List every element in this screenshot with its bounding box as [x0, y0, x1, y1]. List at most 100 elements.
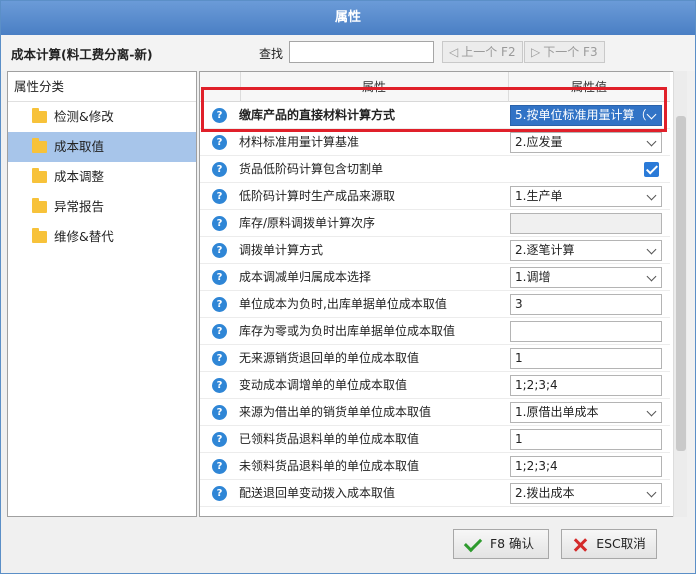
- prev-button[interactable]: ◁ 上一个 F2: [442, 41, 523, 63]
- find-input[interactable]: [289, 41, 434, 63]
- property-row[interactable]: ? 无来源销货退回单的单位成本取值 1: [200, 345, 670, 372]
- tree-item[interactable]: 维修&替代: [8, 222, 196, 252]
- cancel-button[interactable]: ESC取消: [561, 529, 657, 559]
- help-icon[interactable]: ?: [212, 162, 227, 177]
- property-value-dropdown[interactable]: 1.原借出单成本: [510, 402, 662, 423]
- property-label: 单位成本为负时,出库单据单位成本取值: [239, 297, 447, 311]
- confirm-button-label: F8 确认: [489, 536, 535, 551]
- scrollbar-thumb[interactable]: [676, 116, 686, 451]
- tree-item[interactable]: 检测&修改: [8, 102, 196, 132]
- property-value-field[interactable]: 1: [510, 348, 662, 369]
- property-row[interactable]: ? 低阶码计算时生产成品来源取 1.生产单: [200, 183, 670, 210]
- property-label: 成本调减单归属成本选择: [239, 270, 372, 284]
- tree-item[interactable]: 成本调整: [8, 162, 196, 192]
- property-row[interactable]: ? 配送退回单变动拨入成本取值 2.拨出成本: [200, 480, 670, 507]
- property-value-dropdown[interactable]: 2.应发量: [510, 132, 662, 153]
- property-label: 配送退回单变动拨入成本取值: [239, 486, 396, 500]
- property-value-field[interactable]: 1;2;3;4: [510, 456, 662, 477]
- column-header-property[interactable]: 属性: [240, 72, 508, 102]
- folder-icon: [32, 138, 47, 153]
- property-row[interactable]: ? 材料标准用量计算基准 2.应发量: [200, 129, 670, 156]
- property-row[interactable]: ? 未领料货品退料单的单位成本取值 1;2;3;4: [200, 453, 670, 480]
- property-value-dropdown[interactable]: 2.拨出成本: [510, 483, 662, 504]
- property-label: 已领料货品退料单的单位成本取值: [239, 432, 420, 446]
- property-label: 库存/原料调拨单计算次序: [239, 216, 376, 230]
- property-row[interactable]: ? 单位成本为负时,出库单据单位成本取值 3: [200, 291, 670, 318]
- help-icon[interactable]: ?: [212, 270, 227, 285]
- help-icon[interactable]: ?: [212, 351, 227, 366]
- help-icon[interactable]: ?: [212, 135, 227, 150]
- help-icon[interactable]: ?: [212, 108, 227, 123]
- tree-item[interactable]: 成本取值: [8, 132, 196, 162]
- property-value-dropdown[interactable]: 2.逐笔计算: [510, 240, 662, 261]
- next-button-label: 下一个 F3: [543, 45, 598, 59]
- property-value-dropdown[interactable]: 1.调增: [510, 267, 662, 288]
- help-icon[interactable]: ?: [212, 216, 227, 231]
- close-icon: [572, 537, 588, 553]
- property-label: 缴库产品的直接材料计算方式: [239, 108, 396, 122]
- property-row[interactable]: ? 已领料货品退料单的单位成本取值 1: [200, 426, 670, 453]
- tree-item-label: 成本调整: [54, 169, 105, 184]
- property-label: 货品低阶码计算包含切割单: [239, 162, 384, 176]
- cancel-button-label: ESC取消: [596, 536, 646, 551]
- help-icon[interactable]: ?: [212, 459, 227, 474]
- folder-icon: [32, 198, 47, 213]
- help-icon[interactable]: ?: [212, 486, 227, 501]
- help-icon[interactable]: ?: [212, 297, 227, 312]
- prev-button-label: 上一个 F2: [461, 45, 516, 59]
- property-label: 未领料货品退料单的单位成本取值: [239, 459, 420, 473]
- property-checkbox[interactable]: [644, 162, 659, 177]
- vertical-scrollbar[interactable]: [673, 71, 687, 517]
- help-icon[interactable]: ?: [212, 243, 227, 258]
- category-title: 成本计算(料工费分离-新): [11, 47, 153, 62]
- next-button[interactable]: ▷ 下一个 F3: [524, 41, 605, 63]
- tree-item-label: 维修&替代: [54, 229, 114, 244]
- property-label: 库存为零或为负时出库单据单位成本取值: [239, 324, 456, 338]
- property-row[interactable]: ? 货品低阶码计算包含切割单: [200, 156, 670, 183]
- property-label: 调拨单计算方式: [239, 243, 324, 257]
- help-icon[interactable]: ?: [212, 432, 227, 447]
- tree-item-label: 异常报告: [54, 199, 105, 214]
- grid-rows: ? 缴库产品的直接材料计算方式 5.按单位标准用量计算（? 材料标准用量计算基准 2.应…: [200, 102, 670, 507]
- property-row[interactable]: ? 成本调减单归属成本选择 1.调增: [200, 264, 670, 291]
- property-value-field[interactable]: [510, 213, 662, 234]
- category-tree: 属性分类 检测&修改成本取值成本调整异常报告维修&替代: [7, 71, 197, 517]
- arrow-left-icon: ◁: [449, 45, 459, 59]
- help-icon[interactable]: ?: [212, 405, 227, 420]
- arrow-right-icon: ▷: [531, 45, 541, 59]
- folder-icon: [32, 228, 47, 243]
- folder-icon: [32, 108, 47, 123]
- properties-window: 属性 成本计算(料工费分离-新) 查找 ◁ 上一个 F2 ▷ 下一个 F3 属性分类…: [0, 0, 696, 574]
- header-toolbar: 成本计算(料工费分离-新) 查找 ◁ 上一个 F2 ▷ 下一个 F3: [1, 35, 695, 71]
- property-value-field[interactable]: [510, 321, 662, 342]
- property-row[interactable]: ? 库存/原料调拨单计算次序: [200, 210, 670, 237]
- help-icon[interactable]: ?: [212, 189, 227, 204]
- tree-item-label: 检测&修改: [54, 109, 114, 124]
- property-label: 低阶码计算时生产成品来源取: [239, 189, 396, 203]
- property-value-field[interactable]: 3: [510, 294, 662, 315]
- property-value-dropdown[interactable]: 1.生产单: [510, 186, 662, 207]
- property-value-field[interactable]: 1: [510, 429, 662, 450]
- property-label: 无来源销货退回单的单位成本取值: [239, 351, 420, 365]
- property-value-dropdown[interactable]: 5.按单位标准用量计算（: [510, 105, 662, 126]
- property-row[interactable]: ? 库存为零或为负时出库单据单位成本取值: [200, 318, 670, 345]
- confirm-button[interactable]: F8 确认: [453, 529, 549, 559]
- property-label: 来源为借出单的销货单单位成本取值: [239, 405, 432, 419]
- tree-item[interactable]: 异常报告: [8, 192, 196, 222]
- property-row[interactable]: ? 变动成本调增单的单位成本取值 1;2;3;4: [200, 372, 670, 399]
- help-icon[interactable]: ?: [212, 324, 227, 339]
- grid-header: 属性 属性值: [200, 72, 670, 102]
- tree-item-label: 成本取值: [54, 139, 105, 154]
- property-row[interactable]: ? 调拨单计算方式 2.逐笔计算: [200, 237, 670, 264]
- window-title: 属性: [1, 1, 695, 35]
- category-tree-heading: 属性分类: [8, 72, 196, 102]
- property-row[interactable]: ? 来源为借出单的销货单单位成本取值 1.原借出单成本: [200, 399, 670, 426]
- property-label: 变动成本调增单的单位成本取值: [239, 378, 408, 392]
- check-icon: [463, 533, 483, 552]
- folder-icon: [32, 168, 47, 183]
- property-value-field[interactable]: 1;2;3;4: [510, 375, 662, 396]
- help-icon[interactable]: ?: [212, 378, 227, 393]
- column-header-value[interactable]: 属性值: [508, 72, 670, 102]
- property-label: 材料标准用量计算基准: [239, 135, 360, 149]
- property-row[interactable]: ? 缴库产品的直接材料计算方式 5.按单位标准用量计算（: [200, 102, 670, 129]
